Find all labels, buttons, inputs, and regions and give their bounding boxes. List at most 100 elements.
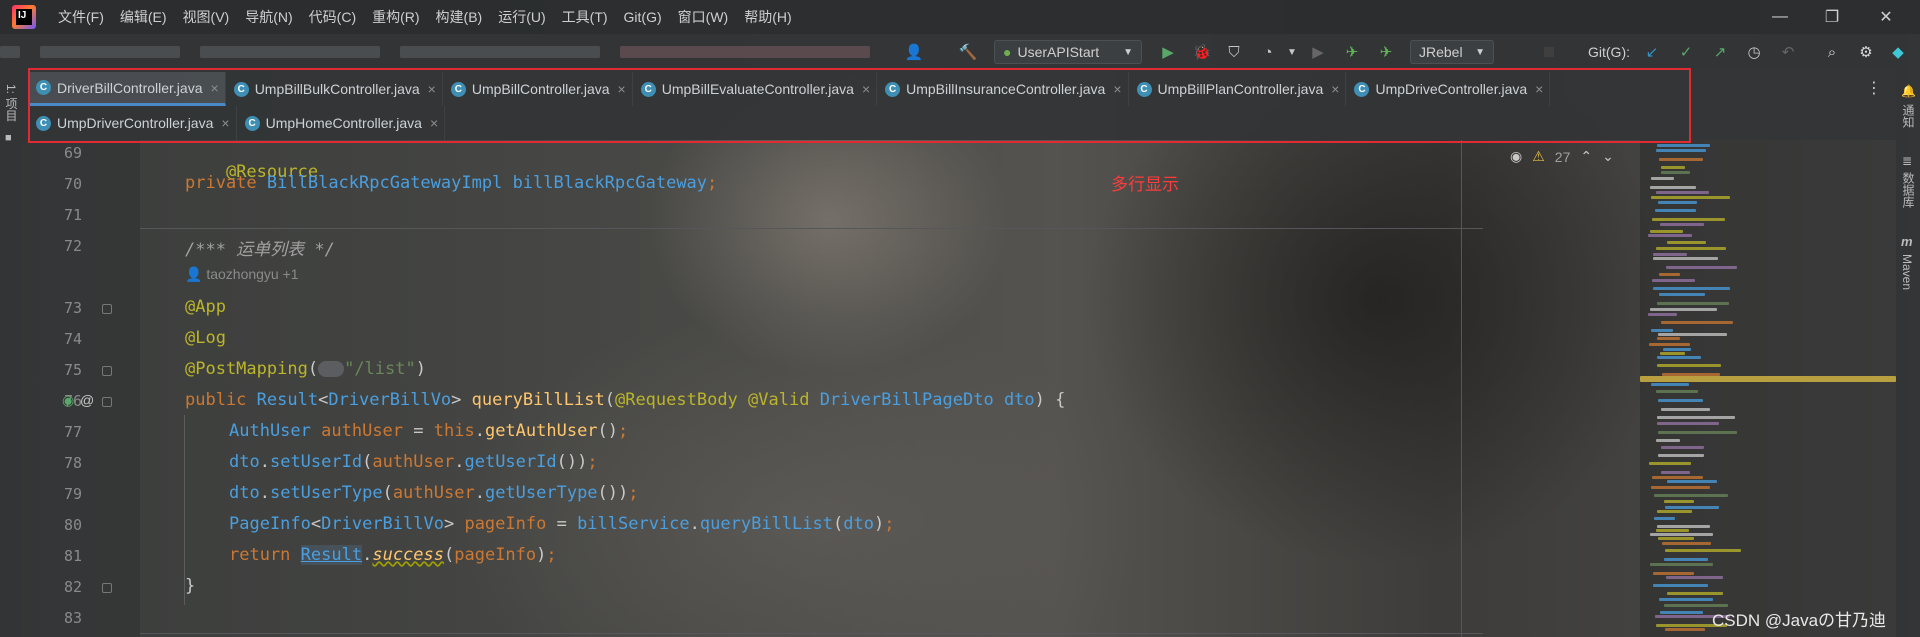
- minimap-viewport-marker: [1640, 376, 1896, 382]
- more-run-chevron-icon[interactable]: ▼: [1282, 42, 1302, 62]
- menu-code[interactable]: 代码(C): [301, 7, 364, 27]
- git-push-icon[interactable]: ↗: [1710, 42, 1730, 62]
- menu-window[interactable]: 窗口(W): [670, 7, 737, 27]
- warning-count[interactable]: 27: [1555, 149, 1571, 165]
- jrebel-select[interactable]: JRebel ▼: [1410, 40, 1494, 64]
- separator-icon: [1544, 47, 1554, 57]
- minimap-line: [1650, 230, 1683, 233]
- run-config-select[interactable]: ● UserAPIStart ▼: [994, 40, 1142, 64]
- menu-navigate[interactable]: 导航(N): [237, 7, 300, 27]
- minimap-line: [1651, 196, 1730, 199]
- close-window-icon[interactable]: ✕: [1858, 0, 1914, 34]
- minimap-line: [1655, 209, 1696, 212]
- menu-run[interactable]: 运行(U): [490, 7, 553, 27]
- chevron-down-icon: ▼: [1123, 46, 1133, 58]
- minimap-line: [1656, 529, 1689, 532]
- build-hammer-icon[interactable]: 🔨: [958, 42, 978, 62]
- menu-edit[interactable]: 编辑(E): [112, 7, 175, 27]
- menu-tools[interactable]: 工具(T): [554, 7, 616, 27]
- menu-git[interactable]: Git(G): [616, 9, 670, 25]
- run-gutter-icon[interactable]: ◉: [62, 392, 74, 409]
- author-hint[interactable]: 👤 taozhongyu +1: [185, 266, 299, 283]
- prev-problem-icon[interactable]: ⌃: [1580, 148, 1592, 165]
- project-tool-button[interactable]: 1: 项目: [3, 84, 20, 121]
- line-number: 80: [63, 516, 82, 534]
- method-token: setUserType: [269, 483, 383, 503]
- menu-build[interactable]: 构建(B): [428, 7, 491, 27]
- settings-gear-icon[interactable]: ⚙: [1856, 42, 1876, 62]
- minimap-line: [1650, 186, 1696, 189]
- next-problem-icon[interactable]: ⌄: [1602, 148, 1614, 165]
- minimap-line: [1658, 399, 1703, 402]
- variable-token: dto: [229, 452, 260, 472]
- run-icon[interactable]: ▶: [1158, 42, 1178, 62]
- line-number: 83: [63, 609, 82, 627]
- profile-icon[interactable]: ◔: [1258, 42, 1278, 62]
- user-icon[interactable]: 👤: [904, 42, 924, 62]
- minimap-line: [1664, 500, 1694, 503]
- minimize-icon[interactable]: —: [1752, 0, 1808, 34]
- spring-icon: ●: [1003, 44, 1012, 60]
- line-number: 81: [63, 547, 82, 565]
- git-update-icon[interactable]: ↙: [1642, 42, 1662, 62]
- keyword-token: public: [185, 390, 247, 410]
- code-minimap[interactable]: [1640, 140, 1896, 637]
- git-history-icon[interactable]: ◷: [1744, 42, 1764, 62]
- line-number: 73: [63, 299, 82, 317]
- menu-view[interactable]: 视图(V): [175, 7, 238, 27]
- run-config-label: UserAPIStart: [1017, 44, 1100, 60]
- debug-icon[interactable]: 🐞: [1192, 42, 1212, 62]
- code-editor[interactable]: 69 70 71 72 73 74 75 76 77 78 79 80 81 8…: [22, 140, 1640, 637]
- minimap-line: [1656, 191, 1709, 194]
- menu-refactor[interactable]: 重构(R): [364, 7, 427, 27]
- line-number: 75: [63, 361, 82, 379]
- chevron-down-icon: ▼: [1475, 46, 1485, 58]
- code-line-72: /*** 运单列表 */: [185, 240, 335, 260]
- git-commit-icon[interactable]: ✓: [1676, 42, 1696, 62]
- minimap-line: [1651, 329, 1673, 332]
- jrebel-run-icon[interactable]: ✈: [1342, 42, 1362, 62]
- minimap-line: [1653, 584, 1708, 587]
- menu-file[interactable]: 文件(F): [50, 7, 112, 27]
- field-token: billBlackRpcGateway: [512, 173, 708, 193]
- line-number: 72: [63, 237, 82, 255]
- restore-icon[interactable]: ❐: [1804, 0, 1860, 34]
- method-token: getAuthUser: [484, 421, 598, 441]
- database-tool-button[interactable]: 数据库: [1900, 172, 1917, 208]
- menu-help[interactable]: 帮助(H): [736, 7, 799, 27]
- notifications-tool-button[interactable]: 通知: [1900, 104, 1917, 128]
- minimap-line: [1658, 537, 1694, 540]
- minimap-line: [1654, 494, 1728, 497]
- minimap-line: [1666, 576, 1723, 579]
- minimap-line: [1648, 313, 1677, 316]
- method-token: queryBillList: [699, 514, 833, 534]
- endpoint-inlay-icon[interactable]: [318, 361, 345, 377]
- mapping-at-icon[interactable]: @: [80, 392, 94, 408]
- minimap-line: [1658, 201, 1697, 204]
- stop-icon[interactable]: ▶: [1308, 42, 1328, 62]
- more-tabs-icon[interactable]: ⋮: [1866, 78, 1882, 98]
- intellij-logo-icon[interactable]: IJ: [12, 5, 36, 29]
- maven-tool-button[interactable]: Maven: [1900, 254, 1914, 290]
- jrebel-debug-icon[interactable]: ✈: [1376, 42, 1396, 62]
- minimap-line: [1660, 223, 1704, 226]
- fold-marker-icon[interactable]: [102, 366, 112, 376]
- fold-marker-icon[interactable]: [102, 304, 112, 314]
- fold-marker-icon[interactable]: [102, 583, 112, 593]
- minimap-line: [1660, 611, 1703, 614]
- git-rollback-icon[interactable]: ↶: [1778, 42, 1798, 62]
- maven-icon: m: [1901, 234, 1913, 249]
- code-line-78: dto.setUserId(authUser.getUserId());: [229, 452, 598, 472]
- reader-mode-icon[interactable]: ◉: [1510, 148, 1522, 165]
- method-token: getUserId: [464, 452, 557, 472]
- coverage-icon[interactable]: ⛉: [1224, 42, 1244, 62]
- search-icon[interactable]: ⌕: [1822, 42, 1842, 62]
- keyword-token: this: [433, 421, 475, 441]
- fold-marker-icon[interactable]: [102, 397, 112, 407]
- toolbox-icon[interactable]: ◆: [1888, 42, 1908, 62]
- minimap-line: [1657, 337, 1680, 340]
- code-line-81: return Result.success(pageInfo);: [229, 545, 557, 565]
- warning-icon[interactable]: ⚠: [1532, 148, 1545, 165]
- string-token: "/list": [344, 359, 416, 379]
- annotation-token: @RequestBody @Valid: [614, 390, 810, 410]
